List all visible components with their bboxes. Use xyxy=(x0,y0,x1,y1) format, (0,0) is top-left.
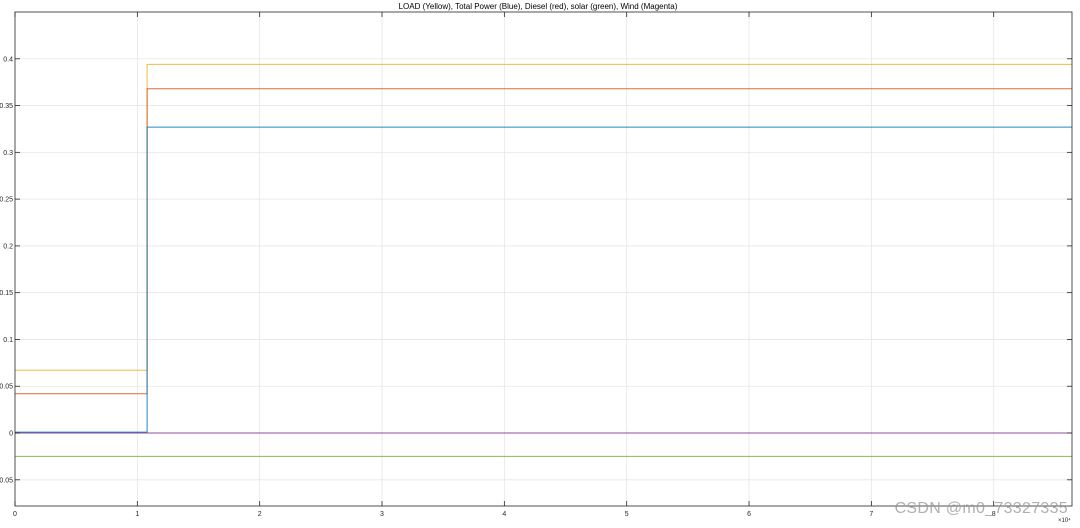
y-tick-label: 0.3 xyxy=(3,150,13,157)
watermark: CSDN @m0_73327335 xyxy=(894,500,1068,517)
x-tick-label: 1 xyxy=(135,511,139,518)
x-tick-label: 2 xyxy=(258,511,262,518)
y-tick-label: 0 xyxy=(9,431,13,438)
data-series xyxy=(15,63,1072,457)
series-line-1 xyxy=(15,88,1072,395)
y-tick-label: 0.35 xyxy=(0,103,13,110)
x-tick-label: 5 xyxy=(625,511,629,518)
chart-title: LOAD (Yellow), Total Power (Blue), Diese… xyxy=(399,2,678,11)
grid-lines xyxy=(15,12,1072,506)
y-tick-label: 0.4 xyxy=(3,56,13,63)
chart-figure: LOAD (Yellow), Total Power (Blue), Diese… xyxy=(0,0,1080,528)
y-tick-label: 0.05 xyxy=(0,384,13,391)
x-tick-label: 6 xyxy=(747,511,751,518)
x-axis-exponent-label: ×10⁴ xyxy=(1058,517,1071,524)
y-tick-label: 0.2 xyxy=(3,243,13,250)
series-line-0 xyxy=(15,63,1072,371)
axis-ticks: 012345678-0.0500.050.10.150.20.250.30.35… xyxy=(0,12,1072,518)
y-tick-label: -0.05 xyxy=(0,477,13,484)
x-tick-label: 4 xyxy=(502,511,506,518)
y-tick-label: 0.25 xyxy=(0,197,13,204)
line-chart: LOAD (Yellow), Total Power (Blue), Diese… xyxy=(0,2,1073,524)
x-tick-label: 3 xyxy=(380,511,384,518)
x-tick-label: 7 xyxy=(869,511,873,518)
x-tick-label: 0 xyxy=(13,511,17,518)
y-tick-label: 0.1 xyxy=(3,337,13,344)
plot-frame xyxy=(14,11,1073,507)
y-tick-label: 0.15 xyxy=(0,290,13,297)
